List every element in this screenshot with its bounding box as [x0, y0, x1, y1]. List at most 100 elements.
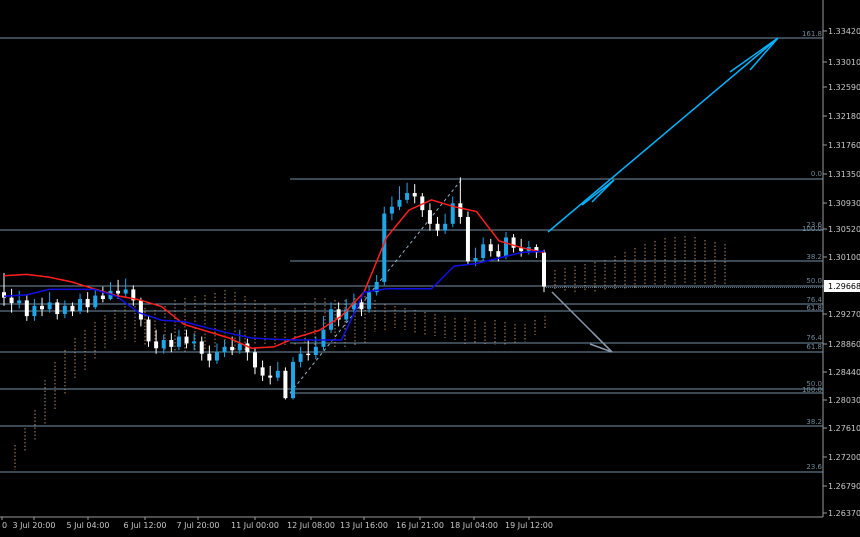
chart-window[interactable]: 1.33420 1.33010 1.32590 1.32180 1.31760 1.313…: [0, 0, 860, 533]
price-tick-label: 1.33420: [828, 27, 860, 36]
projection-arrow-up: [547, 37, 779, 233]
time-tick-label: 7 Jul 20:00: [177, 521, 220, 530]
candle-body: [237, 343, 242, 351]
price-tick-label: 1.30930: [828, 199, 860, 208]
fib-level-label: 76.4: [806, 296, 822, 304]
fib-level-label: 100.0: [802, 225, 822, 233]
candle-body: [169, 340, 174, 347]
kijun-sen-line: [3, 250, 545, 341]
candle-body: [306, 353, 311, 356]
candle-body: [123, 289, 128, 294]
candle-body: [85, 299, 90, 308]
candle-body: [435, 223, 440, 231]
price-tick-label: 1.30520: [828, 225, 860, 234]
candle-body: [199, 341, 204, 354]
candle-body: [329, 309, 334, 330]
time-tick-label: 0: [2, 521, 7, 530]
candle-body: [192, 341, 197, 344]
arrowhead-up-top: [729, 37, 779, 73]
candle-body: [298, 353, 303, 362]
price-tick-label: 1.33010: [828, 58, 860, 67]
candle-body: [93, 295, 98, 308]
candle-body: [252, 352, 257, 368]
candle-body: [473, 257, 478, 262]
candle-body: [291, 361, 296, 399]
price-tick-label: 1.27610: [828, 424, 860, 433]
candle-body: [313, 346, 318, 356]
candle-body: [268, 375, 273, 378]
price-tick-label: 1.27200: [828, 453, 860, 462]
candle-body: [321, 329, 326, 347]
candle-body: [222, 346, 227, 353]
fib-level-label: 0.0: [811, 170, 822, 178]
candle-body: [17, 300, 22, 304]
candle-body: [367, 292, 372, 310]
price-chart[interactable]: 1.33420 1.33010 1.32590 1.32180 1.31760 1.313…: [0, 0, 860, 533]
price-tick-label: 1.31760: [828, 141, 860, 150]
candle-body: [503, 237, 508, 257]
candle-body: [427, 210, 432, 224]
candle-body: [116, 290, 121, 294]
candle-body: [397, 199, 402, 207]
candle-body: [481, 244, 486, 258]
candle-body: [161, 340, 166, 349]
candle-body: [176, 336, 181, 347]
fib-level-label: 23.6: [806, 463, 822, 471]
candle-body: [488, 244, 493, 252]
fib-level-label: 100.0: [802, 386, 822, 394]
candles: [2, 177, 546, 400]
candle-body: [542, 252, 546, 287]
candle-body: [260, 367, 265, 376]
price-tick-label: 1.31350: [828, 170, 860, 179]
candle-body: [40, 305, 45, 310]
candle-body: [283, 370, 288, 399]
fib-level-label: 161.8: [802, 30, 822, 38]
candle-body: [458, 203, 463, 217]
candle-body: [245, 343, 250, 353]
candle-body: [214, 352, 219, 361]
price-tick-label: 1.30100: [828, 253, 860, 262]
fib-level-label: 50.0: [806, 277, 822, 285]
candle-body: [146, 319, 151, 342]
time-tick-label: 13 Jul 16:00: [340, 521, 388, 530]
candle-body: [184, 336, 189, 344]
fib-level-label: 38.2: [806, 418, 822, 426]
candle-body: [230, 346, 235, 351]
current-price-label: 1.29668: [828, 282, 860, 291]
fib-level-label: 38.2: [806, 253, 822, 261]
candle-body: [55, 302, 60, 315]
candle-body: [78, 299, 83, 312]
projection-arrows: [547, 37, 779, 353]
candle-body: [9, 297, 14, 304]
fibonacci-levels: 161.80.023.6100.038.250.076.461.876.461.…: [0, 30, 823, 473]
time-tick-label: 5 Jul 04:00: [67, 521, 110, 530]
price-tick-label: 1.32180: [828, 112, 860, 121]
candle-body: [62, 305, 67, 315]
tenkan-sen-line: [3, 199, 545, 349]
candle-body: [359, 302, 364, 310]
price-tick-label: 1.29270: [828, 310, 860, 319]
time-tick-label: 16 Jul 21:00: [396, 521, 444, 530]
price-tick-label: 1.32590: [828, 83, 860, 92]
time-tick-label: 6 Jul 12:00: [124, 521, 167, 530]
candle-body: [405, 193, 410, 200]
time-tick-label: 18 Jul 04:00: [450, 521, 498, 530]
candle-body: [465, 216, 470, 262]
time-tick-label: 12 Jul 08:00: [287, 521, 335, 530]
candle-body: [138, 300, 143, 320]
candle-body: [47, 302, 52, 310]
price-tick-label: 1.26790: [828, 482, 860, 491]
kumo-cloud: [14, 236, 726, 470]
price-tick-label: 1.28860: [828, 340, 860, 349]
time-tick-label: 3 Jul 20:00: [13, 521, 56, 530]
fib-level-label: 61.8: [806, 304, 822, 312]
fib-level-label: 76.4: [806, 334, 822, 342]
candle-body: [70, 305, 75, 312]
time-tick-label: 11 Jul 00:00: [231, 521, 279, 530]
price-tick-label: 1.28440: [828, 368, 860, 377]
time-tick-label: 19 Jul 12:00: [505, 521, 553, 530]
candle-body: [24, 300, 29, 317]
candle-body: [389, 206, 394, 214]
candle-body: [207, 353, 212, 361]
candle-body: [412, 193, 417, 197]
